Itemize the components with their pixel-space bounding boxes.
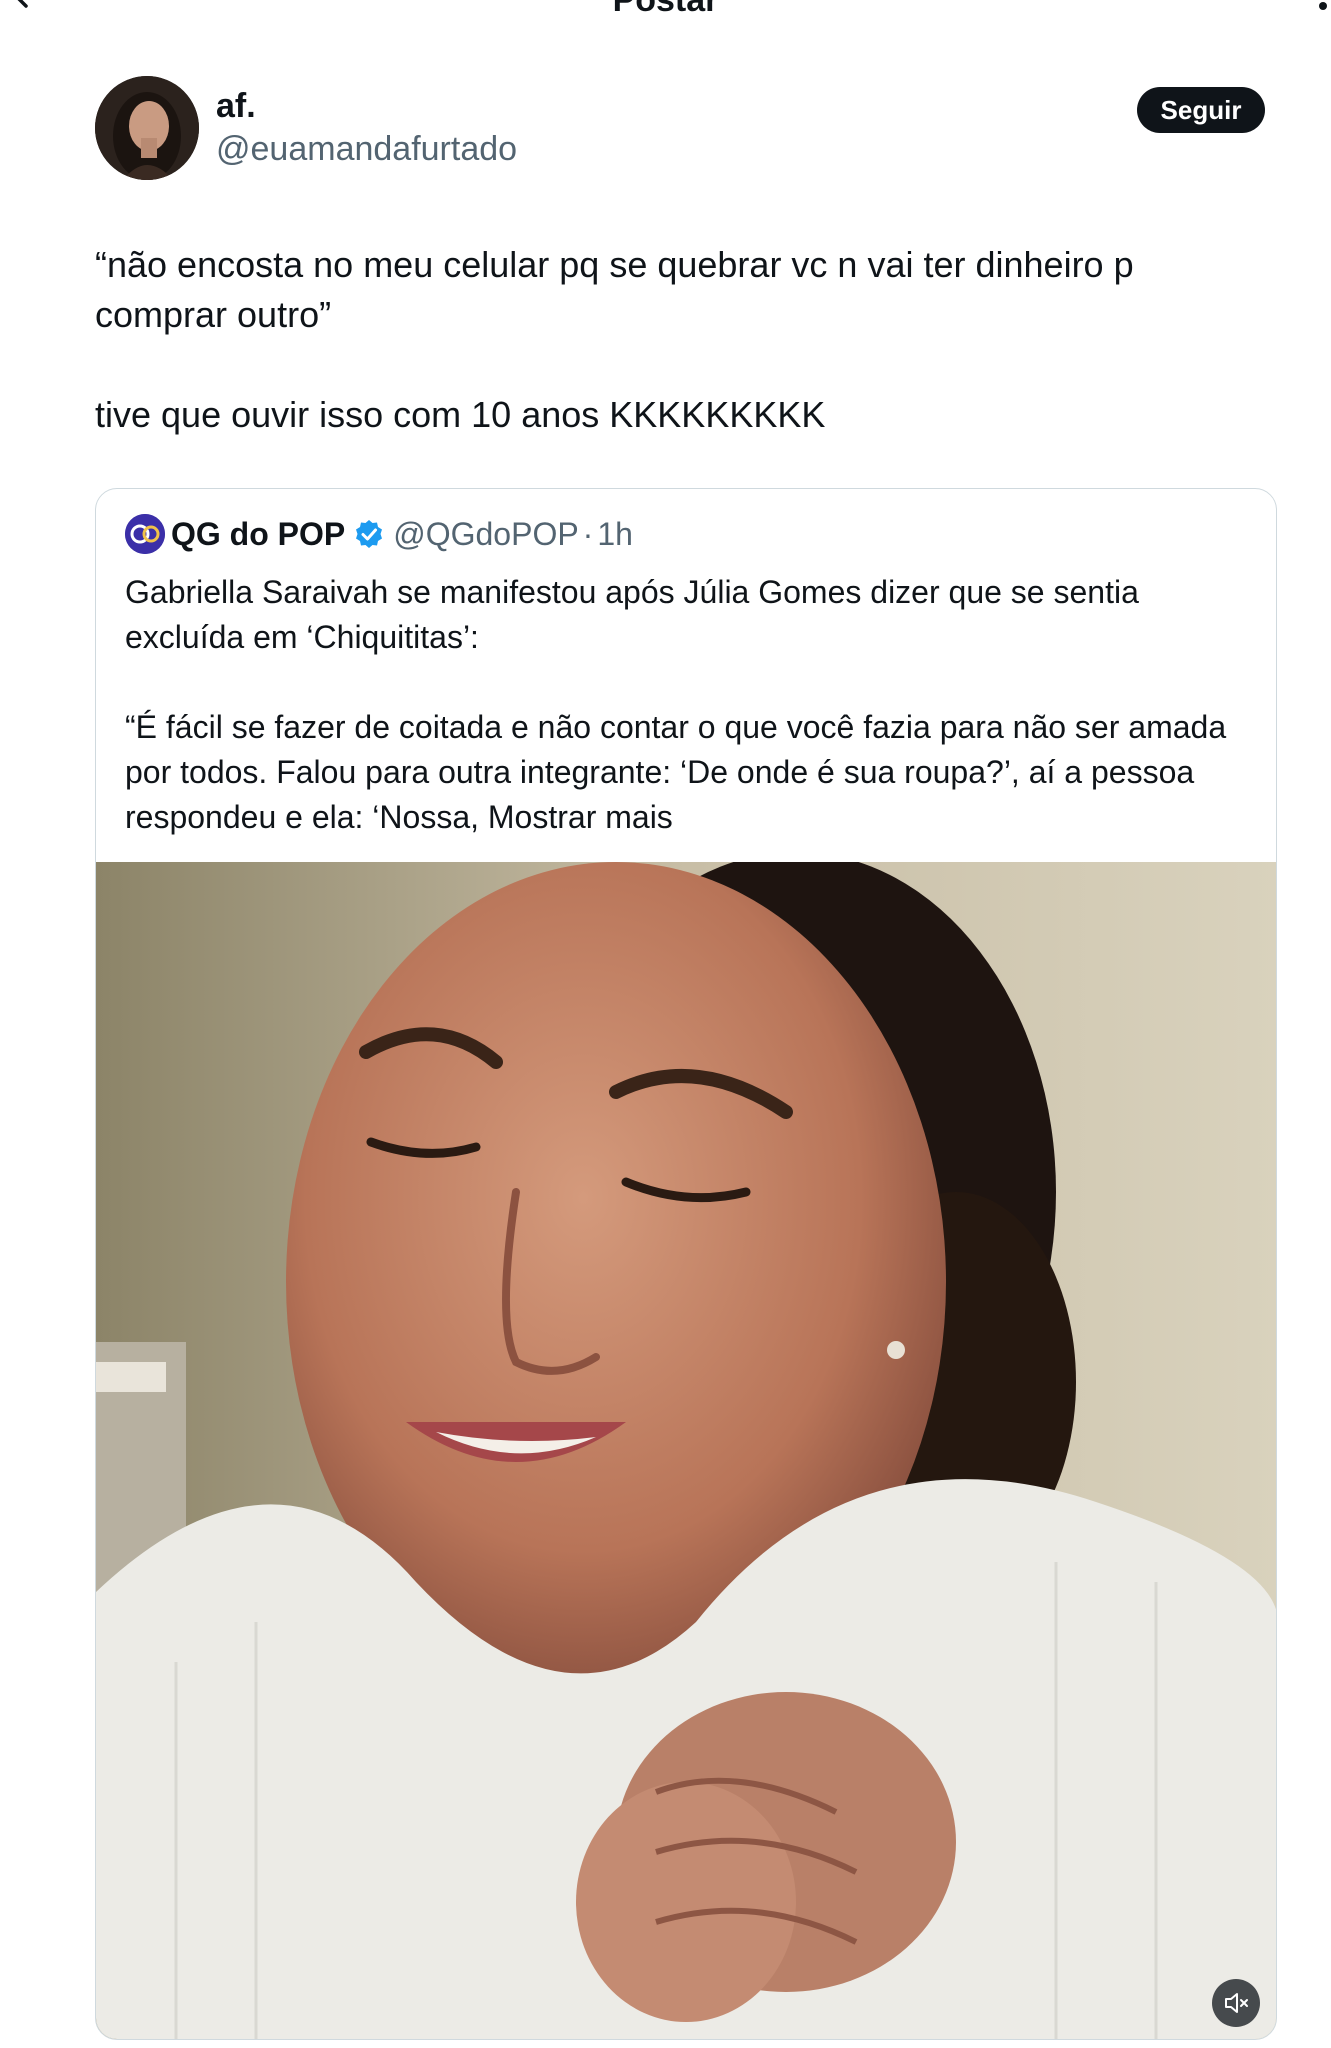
tweet-author: af. @euamandafurtado Seguir <box>95 76 1265 186</box>
quoted-tweet-header: QG do POP @QGdoPOP · 1h <box>125 513 633 555</box>
display-name[interactable]: af. <box>216 86 256 126</box>
more-icon[interactable] <box>1301 0 1331 16</box>
speaker-muted-icon[interactable] <box>1212 1979 1260 2027</box>
quote-handle[interactable]: @QGdoPOP <box>393 516 578 553</box>
top-bar: Postar <box>0 0 1331 20</box>
separator-dot: · <box>582 515 594 552</box>
user-handle[interactable]: @euamandafurtado <box>216 129 517 169</box>
video-frame <box>96 862 1276 2039</box>
follow-button[interactable]: Seguir <box>1137 87 1265 133</box>
quoted-tweet[interactable]: QG do POP @QGdoPOP · 1h Gabriella Saraiv… <box>95 488 1277 2040</box>
video-player[interactable] <box>96 862 1276 2039</box>
avatar[interactable] <box>95 76 199 180</box>
quote-display-name[interactable]: QG do POP <box>171 516 345 553</box>
quote-paragraph: Gabriella Saraivah se manifestou após Jú… <box>125 574 1139 655</box>
verified-badge-icon <box>353 518 385 550</box>
tweet-text-line: “não encosta no meu celular pq se quebra… <box>95 244 1134 335</box>
tweet-text: “não encosta no meu celular pq se quebra… <box>95 240 1255 440</box>
quote-avatar[interactable] <box>125 514 165 554</box>
page-title: Postar <box>612 0 719 19</box>
quote-paragraph: “É fácil se fazer de coitada e não conta… <box>125 709 1227 835</box>
quoted-tweet-text: Gabriella Saraivah se manifestou após Jú… <box>125 570 1260 840</box>
quote-timestamp[interactable]: 1h <box>597 516 633 553</box>
tweet-text-line: tive que ouvir isso com 10 anos KKKKKKKK… <box>95 394 826 435</box>
